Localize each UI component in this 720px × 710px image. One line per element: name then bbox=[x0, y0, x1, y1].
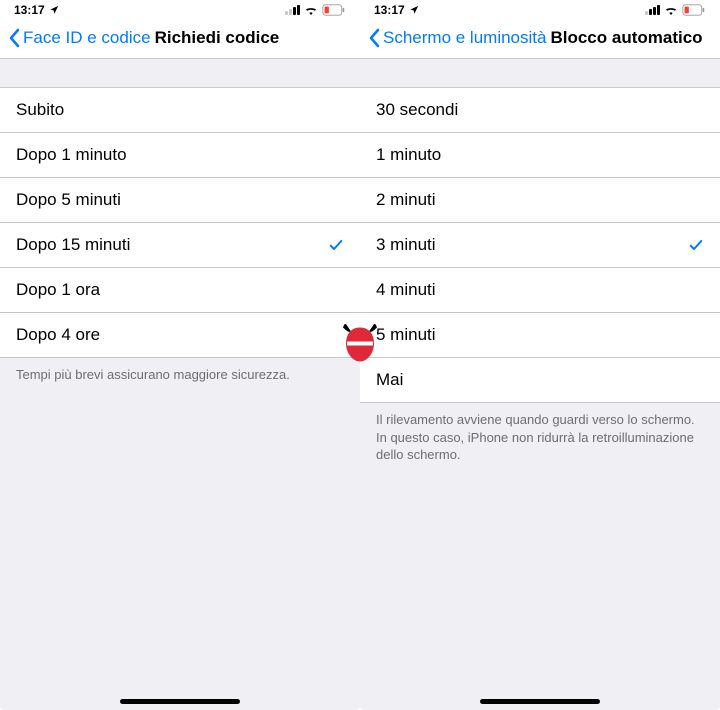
option-label: 3 minuti bbox=[376, 235, 436, 255]
wifi-icon bbox=[664, 5, 678, 15]
status-bar: 13:17 bbox=[360, 0, 720, 20]
section-spacer bbox=[360, 59, 720, 87]
footer-text: Il rilevamento avviene quando guardi ver… bbox=[360, 403, 720, 464]
phone-left: 13:17 Face ID e codice Richiedi codice S… bbox=[0, 0, 360, 710]
option-label: Dopo 15 minuti bbox=[16, 235, 130, 255]
options-list-right: 30 secondi 1 minuto 2 minuti 3 minuti 4 minu… bbox=[360, 87, 720, 403]
checkmark-icon bbox=[688, 237, 704, 253]
status-time: 13:17 bbox=[14, 3, 45, 17]
checkmark-icon bbox=[328, 237, 344, 253]
status-bar: 13:17 bbox=[0, 0, 360, 20]
chevron-left-icon bbox=[8, 28, 20, 48]
status-time: 13:17 bbox=[374, 3, 405, 17]
option-label: 1 minuto bbox=[376, 145, 441, 165]
option-label: Dopo 1 minuto bbox=[16, 145, 127, 165]
option-label: 4 minuti bbox=[376, 280, 436, 300]
section-spacer bbox=[0, 59, 360, 87]
back-button[interactable]: Face ID e codice bbox=[8, 28, 151, 48]
wifi-icon bbox=[304, 5, 318, 15]
option-label: Dopo 5 minuti bbox=[16, 190, 121, 210]
option-row[interactable]: Subito bbox=[0, 88, 360, 133]
option-label: Subito bbox=[16, 100, 64, 120]
option-row[interactable]: Mai bbox=[360, 358, 720, 402]
option-row[interactable]: 30 secondi bbox=[360, 88, 720, 133]
page-title: Blocco automatico bbox=[550, 28, 702, 48]
chevron-left-icon bbox=[368, 28, 380, 48]
battery-icon bbox=[682, 4, 706, 16]
option-row[interactable]: Dopo 5 minuti bbox=[0, 178, 360, 223]
option-label: Dopo 1 ora bbox=[16, 280, 100, 300]
option-label: Dopo 4 ore bbox=[16, 325, 100, 345]
option-row[interactable]: 2 minuti bbox=[360, 178, 720, 223]
footer-text: Tempi più brevi assicurano maggiore sicu… bbox=[0, 358, 360, 384]
option-row[interactable]: 1 minuto bbox=[360, 133, 720, 178]
phone-right: 13:17 Schermo e luminosità Blocco automa… bbox=[360, 0, 720, 710]
option-row[interactable]: Dopo 1 minuto bbox=[0, 133, 360, 178]
cellular-signal-icon bbox=[285, 5, 300, 15]
battery-icon bbox=[322, 4, 346, 16]
nav-bar: Schermo e luminosità Blocco automatico bbox=[360, 20, 720, 59]
option-label: Mai bbox=[376, 370, 403, 390]
home-indicator[interactable] bbox=[480, 699, 600, 704]
option-label: 5 minuti bbox=[376, 325, 436, 345]
watermark-logo bbox=[339, 322, 381, 369]
option-row[interactable]: 5 minuti bbox=[360, 313, 720, 358]
home-indicator[interactable] bbox=[120, 699, 240, 704]
option-row[interactable]: Dopo 4 ore bbox=[0, 313, 360, 357]
options-list-left: Subito Dopo 1 minuto Dopo 5 minuti Dopo 15 … bbox=[0, 87, 360, 358]
option-label: 30 secondi bbox=[376, 100, 458, 120]
option-row[interactable]: Dopo 15 minuti bbox=[0, 223, 360, 268]
back-button[interactable]: Schermo e luminosità bbox=[368, 28, 546, 48]
location-icon bbox=[409, 5, 419, 15]
location-icon bbox=[49, 5, 59, 15]
option-row[interactable]: 4 minuti bbox=[360, 268, 720, 313]
option-row[interactable]: 3 minuti bbox=[360, 223, 720, 268]
page-title: Richiedi codice bbox=[155, 28, 280, 48]
nav-bar: Face ID e codice Richiedi codice bbox=[0, 20, 360, 59]
back-label: Schermo e luminosità bbox=[383, 28, 546, 48]
option-label: 2 minuti bbox=[376, 190, 436, 210]
back-label: Face ID e codice bbox=[23, 28, 151, 48]
option-row[interactable]: Dopo 1 ora bbox=[0, 268, 360, 313]
cellular-signal-icon bbox=[645, 5, 660, 15]
